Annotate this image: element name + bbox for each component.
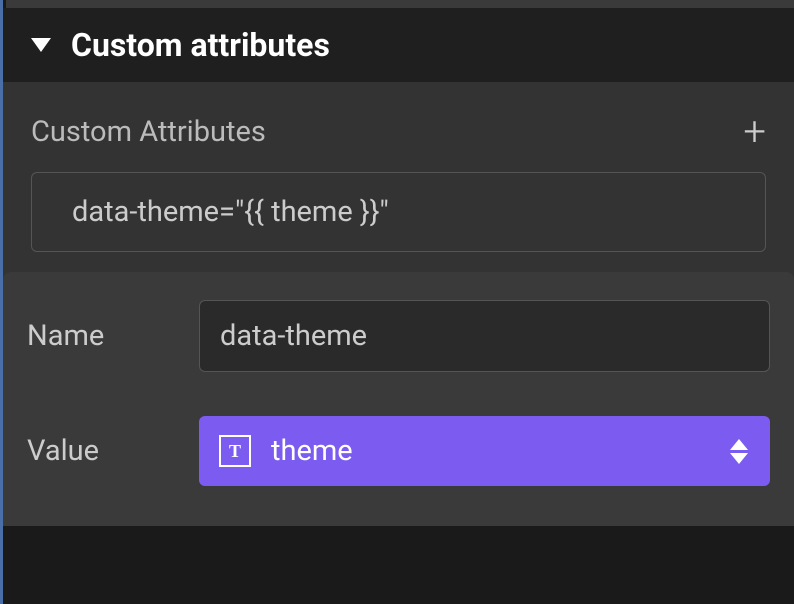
section-header[interactable]: Custom attributes (3, 8, 794, 82)
section-body: Custom Attributes + data-theme="{{ theme… (3, 82, 794, 526)
value-select[interactable]: T theme (199, 416, 770, 486)
disclosure-triangle-icon[interactable] (31, 38, 51, 52)
name-input[interactable] (199, 300, 770, 372)
attribute-edit-panel: Name Value T theme (3, 272, 794, 526)
name-row: Name (27, 300, 770, 372)
subsection-header: Custom Attributes + (3, 82, 794, 172)
value-select-text: theme (271, 434, 353, 468)
text-type-icon: T (219, 435, 251, 467)
attribute-display-text: data-theme="{{ theme }}" (72, 195, 389, 229)
subsection-title: Custom Attributes (31, 115, 266, 149)
name-label: Name (27, 319, 199, 353)
select-arrows-icon (730, 439, 748, 464)
add-attribute-icon[interactable]: + (743, 112, 766, 152)
top-divider (6, 0, 794, 8)
value-label: Value (27, 434, 199, 468)
value-row: Value T theme (27, 416, 770, 486)
attribute-list-item[interactable]: data-theme="{{ theme }}" (31, 172, 766, 252)
section-title: Custom attributes (71, 26, 330, 64)
